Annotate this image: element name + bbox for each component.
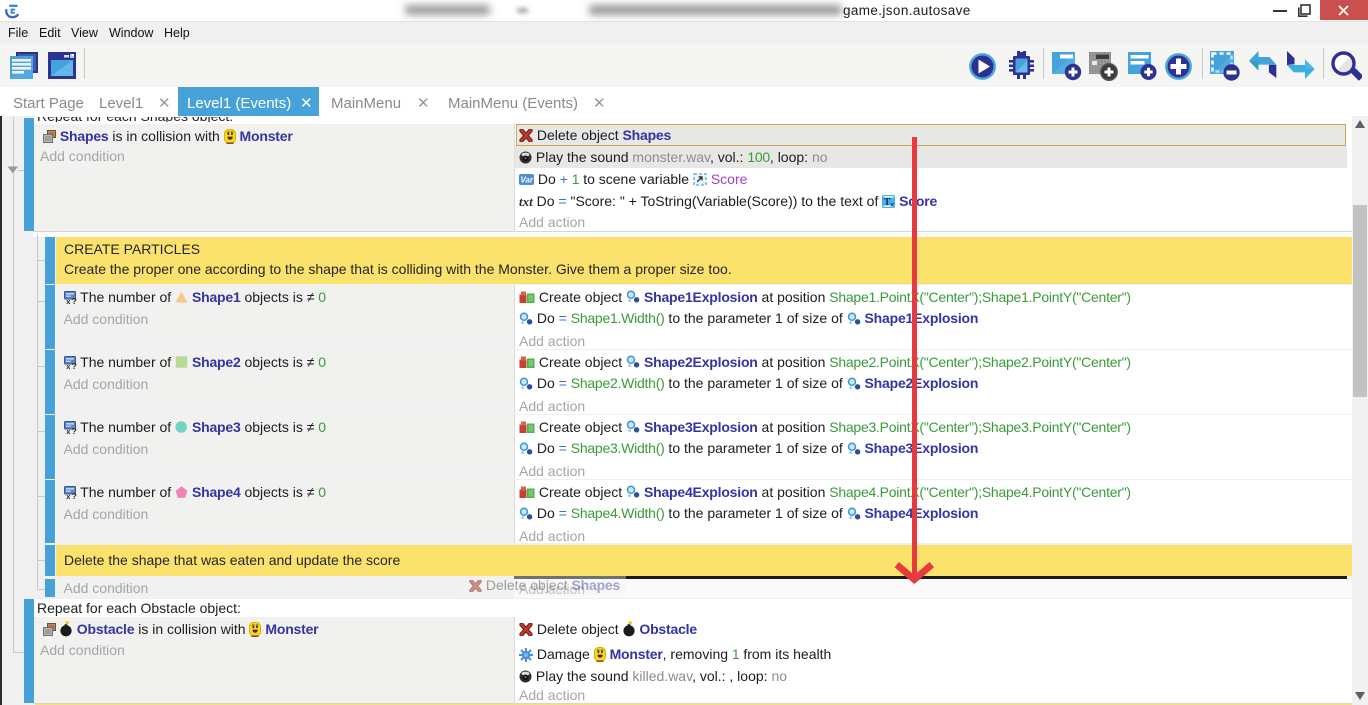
- svg-text:?: ?: [71, 426, 76, 434]
- svg-text:?: ?: [71, 491, 76, 499]
- svg-text:?: ?: [71, 296, 76, 304]
- svg-text:x: x: [891, 201, 895, 208]
- svg-text:Var: Var: [520, 176, 533, 185]
- svg-text:?: ?: [71, 361, 76, 369]
